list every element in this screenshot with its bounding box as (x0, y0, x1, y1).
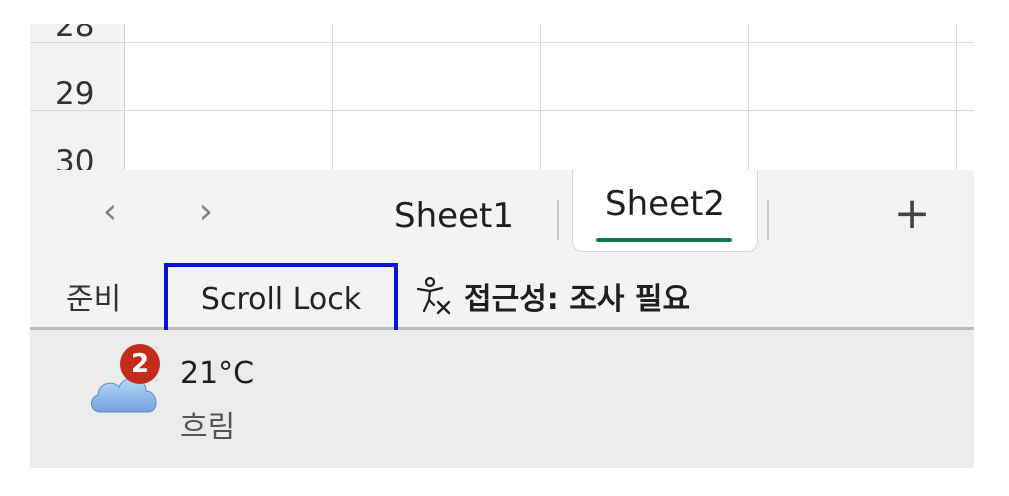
status-bar: 준비 Scroll Lock 접근성: 조사 필요 (30, 263, 974, 335)
gridline (540, 24, 541, 170)
accessibility-icon (416, 276, 451, 314)
active-tab-indicator (596, 238, 732, 242)
notification-badge: 2 (120, 344, 160, 384)
scroll-lock-label: Scroll Lock (200, 281, 362, 317)
row-number: 28 (55, 24, 95, 44)
weather-temperature: 21°C (180, 356, 255, 391)
table-row: 29 (30, 54, 974, 122)
add-sheet-button[interactable]: + (888, 190, 936, 238)
status-ready: 준비 (66, 281, 122, 317)
scroll-lock-indicator[interactable]: Scroll Lock (164, 263, 398, 335)
gridline (956, 24, 957, 170)
tab-label: Sheet1 (394, 196, 514, 236)
tab-label: Sheet2 (605, 184, 725, 224)
row-header[interactable]: 29 (30, 54, 125, 122)
row-number: 29 (55, 76, 95, 112)
gridline (332, 24, 333, 170)
row-header[interactable]: 30 (30, 122, 125, 170)
tab-sheet1[interactable]: Sheet1 (378, 188, 530, 244)
weather-condition: 흐림 (180, 410, 236, 445)
row-number: 30 (55, 144, 95, 170)
gridline (30, 110, 974, 111)
gridline (30, 42, 974, 43)
sheet-tab-bar: ‹ › Sheet1 Sheet2 + (30, 170, 974, 264)
taskbar: 2 21°C 흐림 (30, 330, 974, 468)
chevron-right-icon[interactable]: › (186, 192, 226, 232)
row-header[interactable]: 28 (30, 24, 125, 54)
chevron-left-icon[interactable]: ‹ (90, 192, 130, 232)
tab-sheet2[interactable]: Sheet2 (572, 170, 758, 252)
table-row: 30 (30, 122, 974, 170)
tab-divider (767, 200, 769, 240)
accessibility-label: 접근성: 조사 필요 (464, 281, 691, 317)
excel-window-fragment: 28 29 30 ‹ › Sheet1 Sheet2 + 준비 Scroll L… (30, 24, 974, 468)
accessibility-checker-button[interactable]: 접근성: 조사 필요 (414, 264, 690, 327)
gridline (748, 24, 749, 170)
tab-divider (557, 200, 559, 240)
worksheet-grid[interactable]: 28 29 30 (30, 24, 974, 170)
table-row: 28 (30, 24, 974, 54)
